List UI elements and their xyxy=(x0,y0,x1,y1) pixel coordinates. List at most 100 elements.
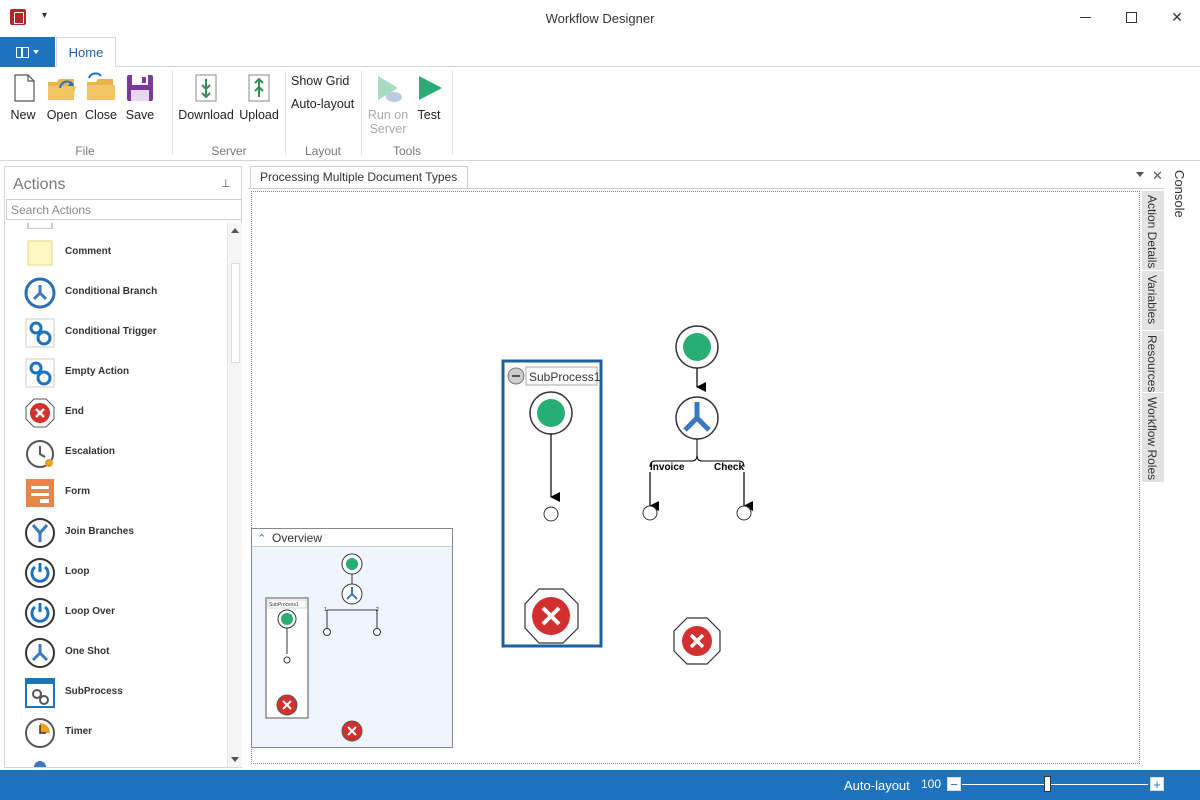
chevron-down-icon xyxy=(33,50,39,54)
scroll-thumb[interactable] xyxy=(231,263,240,363)
title-bar: ▾ Workflow Designer ✕ xyxy=(0,0,1200,36)
server-group-label: Server xyxy=(211,144,247,158)
minimize-icon xyxy=(1079,16,1091,18)
actions-panel-title: Actions xyxy=(13,176,66,193)
conditional-trigger-icon xyxy=(24,317,56,349)
file-group-label: File xyxy=(75,144,95,158)
zoom-in-button[interactable]: + xyxy=(1150,777,1164,791)
branch-label-check: Check xyxy=(714,462,744,473)
conditional-branch-node[interactable] xyxy=(675,396,719,440)
tools-group-label: Tools xyxy=(392,144,421,158)
auto-layout-status[interactable]: Auto-layout xyxy=(844,778,910,793)
connector-node[interactable] xyxy=(736,505,752,521)
list-item[interactable]: Empty Action xyxy=(5,353,227,393)
list-item[interactable]: Join Branches xyxy=(5,513,227,553)
layout-group-label: Layout xyxy=(304,144,342,158)
search-actions-input[interactable] xyxy=(6,199,242,220)
scroll-up-icon[interactable] xyxy=(231,228,239,233)
conditional-branch-icon xyxy=(24,277,56,309)
overview-header[interactable]: ⌃ Overview xyxy=(252,529,452,547)
list-item[interactable]: Escalation xyxy=(5,433,227,473)
save-button[interactable]: Save xyxy=(124,72,156,122)
zoom-value: 100 xyxy=(921,777,942,791)
list-item-partial xyxy=(5,753,227,767)
application-menu-button[interactable] xyxy=(0,37,55,67)
one-shot-icon xyxy=(24,637,56,669)
pin-icon[interactable]: ⊥ xyxy=(221,177,231,190)
list-item[interactable]: SubProcess xyxy=(5,673,227,713)
close-folder-icon xyxy=(85,72,117,104)
overview-panel[interactable]: ⌃ Overview SubProcess1 1 2 xyxy=(251,528,453,748)
list-item[interactable]: Conditional Trigger xyxy=(5,313,227,353)
minimize-button[interactable] xyxy=(1062,0,1108,34)
branch-label-invoice: Invoice xyxy=(650,462,685,473)
document-dropdown-icon[interactable] xyxy=(1136,172,1144,177)
close-window-button[interactable]: ✕ xyxy=(1154,0,1200,34)
list-item[interactable]: Comment xyxy=(5,233,227,273)
end-icon xyxy=(24,397,56,429)
subprocess-container[interactable]: SubProcess1 xyxy=(501,359,603,648)
loop-over-icon xyxy=(24,597,56,629)
connector-node[interactable] xyxy=(543,506,559,522)
connector-node[interactable] xyxy=(642,505,658,521)
auto-layout-button[interactable]: Auto-layout xyxy=(291,97,354,111)
zoom-slider-track[interactable] xyxy=(962,784,1148,785)
tab-action-details[interactable]: Action Details xyxy=(1142,191,1164,271)
end-node[interactable] xyxy=(673,617,721,665)
end-node[interactable] xyxy=(524,588,579,644)
scroll-down-icon[interactable] xyxy=(231,757,239,762)
zoom-out-button[interactable]: − xyxy=(947,777,961,791)
book-icon xyxy=(16,46,29,58)
tab-home[interactable]: Home xyxy=(56,37,116,68)
list-item[interactable]: End xyxy=(5,393,227,433)
new-button[interactable]: New xyxy=(8,72,38,122)
loop-icon xyxy=(24,557,56,589)
open-folder-icon xyxy=(46,72,78,104)
list-item[interactable]: Timer xyxy=(5,713,227,753)
tab-variables[interactable]: Variables xyxy=(1142,271,1164,331)
list-item-partial xyxy=(5,223,227,233)
start-node[interactable] xyxy=(537,399,565,427)
subprocess-title: SubProcess1 xyxy=(529,370,601,384)
timer-icon xyxy=(24,717,56,749)
save-icon xyxy=(124,72,156,104)
close-button[interactable]: Close xyxy=(85,72,117,122)
tab-console[interactable]: Console xyxy=(1172,170,1187,218)
upload-button[interactable]: Upload xyxy=(238,72,280,122)
play-icon xyxy=(414,72,446,104)
tab-resources[interactable]: Resources xyxy=(1142,331,1164,393)
list-item[interactable]: Form xyxy=(5,473,227,513)
upload-icon xyxy=(243,72,275,104)
group-separator xyxy=(285,71,286,155)
show-grid-button[interactable]: Show Grid xyxy=(291,74,349,88)
maximize-button[interactable] xyxy=(1108,0,1154,34)
list-item[interactable]: Conditional Branch xyxy=(5,273,227,313)
overview-minimap: SubProcess1 1 2 xyxy=(265,553,381,742)
zoom-slider-thumb[interactable] xyxy=(1044,776,1052,792)
new-document-icon xyxy=(8,72,40,104)
close-document-icon[interactable]: ✕ xyxy=(1152,168,1163,184)
tabstrip-divider xyxy=(248,188,1164,189)
list-item[interactable]: Loop xyxy=(5,553,227,593)
list-item[interactable]: One Shot xyxy=(5,633,227,673)
run-on-server-button[interactable]: Run on Server xyxy=(366,72,410,136)
status-bar: Auto-layout 100 − + xyxy=(0,770,1200,800)
test-button[interactable]: Test xyxy=(414,72,444,122)
download-button[interactable]: Download xyxy=(178,72,234,122)
collapse-chevron-icon[interactable]: ⌃ xyxy=(257,532,266,545)
actions-scrollbar[interactable] xyxy=(227,223,242,767)
ribbon: New Open Close Save File Download Upload… xyxy=(0,67,1200,161)
tab-processing-multiple-document-types[interactable]: Processing Multiple Document Types xyxy=(250,166,468,189)
open-button[interactable]: Open xyxy=(45,72,79,122)
side-tabs: Action Details Variables Resources Workf… xyxy=(1142,191,1164,483)
start-node[interactable] xyxy=(683,333,711,361)
ribbon-tabs: Home xyxy=(0,37,1200,68)
comment-icon xyxy=(24,237,56,269)
group-separator xyxy=(452,71,453,155)
tab-workflow-roles[interactable]: Workflow Roles xyxy=(1142,393,1164,483)
window-title: Workflow Designer xyxy=(545,11,655,26)
subprocess-icon xyxy=(24,677,56,709)
maximize-icon xyxy=(1125,11,1137,23)
list-item[interactable]: Loop Over xyxy=(5,593,227,633)
form-icon xyxy=(24,477,56,509)
